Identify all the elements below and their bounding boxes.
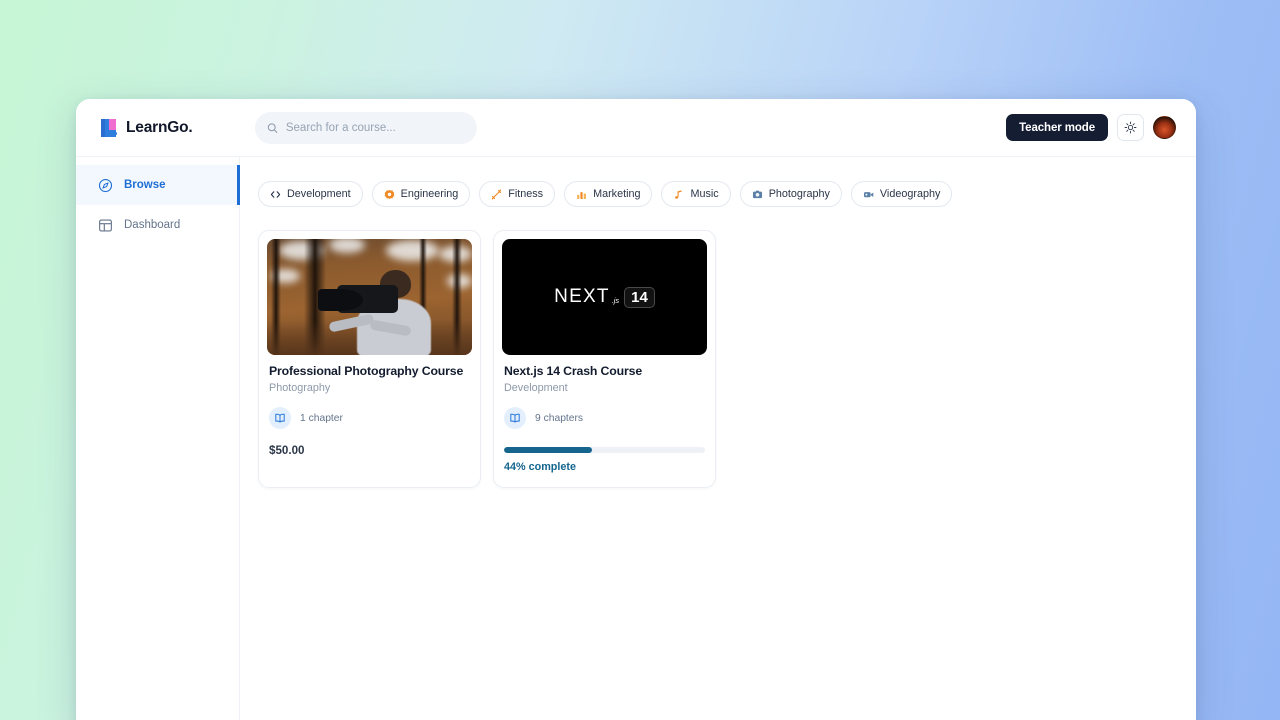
topbar-actions: Teacher mode — [1006, 114, 1196, 141]
category-label: Videography — [880, 188, 940, 200]
course-thumbnail-nextjs: NEXT .js 14 — [502, 239, 707, 355]
dumbbell-icon — [491, 189, 502, 200]
course-title: Next.js 14 Crash Course — [504, 364, 705, 379]
sidebar: Browse Dashboard — [76, 157, 240, 720]
video-camera-icon — [863, 189, 874, 200]
learngo-logo-icon — [98, 117, 118, 139]
sun-icon — [1124, 121, 1137, 134]
course-card[interactable]: Professional Photography Course Photogra… — [258, 230, 481, 488]
avatar[interactable] — [1153, 116, 1176, 139]
brand-name: LearnGo. — [126, 119, 192, 137]
chapters-badge — [504, 407, 526, 429]
category-label: Photography — [769, 188, 830, 200]
compass-icon — [98, 178, 113, 193]
category-label: Development — [287, 188, 351, 200]
category-pill-fitness[interactable]: Fitness — [479, 181, 555, 207]
bar-chart-icon — [576, 189, 587, 200]
course-title: Professional Photography Course — [269, 364, 470, 379]
category-label: Music — [690, 188, 718, 200]
progress-label: 44% complete — [504, 461, 705, 473]
course-grid: Professional Photography Course Photogra… — [258, 230, 1196, 488]
course-card[interactable]: NEXT .js 14 Next.js 14 Crash Course Deve… — [493, 230, 716, 488]
layout-dashboard-icon — [98, 218, 113, 233]
music-note-icon — [673, 189, 684, 200]
sidebar-item-dashboard[interactable]: Dashboard — [76, 205, 239, 245]
progress-bar — [504, 447, 705, 453]
book-open-icon — [509, 412, 521, 424]
category-filter-list: Development Engineering — [258, 181, 1196, 207]
chapters-count: 1 chapter — [300, 413, 343, 424]
search-icon — [267, 122, 278, 134]
course-price: $50.00 — [269, 444, 470, 457]
category-pill-engineering[interactable]: Engineering — [372, 181, 471, 207]
search-bar[interactable] — [255, 112, 477, 144]
chapters-count: 9 chapters — [535, 413, 583, 424]
teacher-mode-button[interactable]: Teacher mode — [1006, 114, 1108, 141]
course-category: Development — [504, 382, 705, 394]
category-label: Marketing — [593, 188, 640, 200]
sidebar-item-label: Browse — [124, 179, 166, 191]
course-info: Next.js 14 Crash Course Development 9 ch… — [502, 355, 707, 487]
sidebar-item-label: Dashboard — [124, 219, 180, 231]
cog-icon — [384, 189, 395, 200]
course-info: Professional Photography Course Photogra… — [267, 355, 472, 471]
camera-icon — [752, 189, 763, 200]
main-content: Development Engineering — [240, 157, 1196, 720]
book-open-icon — [274, 412, 286, 424]
category-pill-development[interactable]: Development — [258, 181, 363, 207]
course-thumbnail-photography — [267, 239, 472, 355]
app-window: LearnGo. Teacher mode — [76, 99, 1196, 720]
code-brackets-icon — [270, 189, 281, 200]
category-pill-music[interactable]: Music — [661, 181, 730, 207]
category-label: Fitness — [508, 188, 543, 200]
category-pill-videography[interactable]: Videography — [851, 181, 952, 207]
nextjs-wordmark: NEXT .js 14 — [554, 286, 655, 308]
brand-logo[interactable]: LearnGo. — [76, 99, 240, 156]
chapters-badge — [269, 407, 291, 429]
search-input[interactable] — [286, 122, 465, 134]
category-pill-marketing[interactable]: Marketing — [564, 181, 652, 207]
theme-toggle-button[interactable] — [1117, 114, 1144, 141]
nextjs-word: NEXT — [554, 286, 609, 308]
course-chapters-meta: 1 chapter — [269, 407, 470, 429]
nextjs-version-badge: 14 — [624, 287, 655, 308]
sidebar-item-browse[interactable]: Browse — [76, 165, 239, 205]
app-body: Browse Dashboard Dev — [76, 157, 1196, 720]
course-category: Photography — [269, 382, 470, 394]
progress-bar-fill — [504, 447, 592, 453]
top-bar: LearnGo. Teacher mode — [76, 99, 1196, 157]
category-pill-photography[interactable]: Photography — [740, 181, 842, 207]
course-chapters-meta: 9 chapters — [504, 407, 705, 429]
category-label: Engineering — [401, 188, 459, 200]
nextjs-js-suffix: .js — [612, 296, 620, 305]
